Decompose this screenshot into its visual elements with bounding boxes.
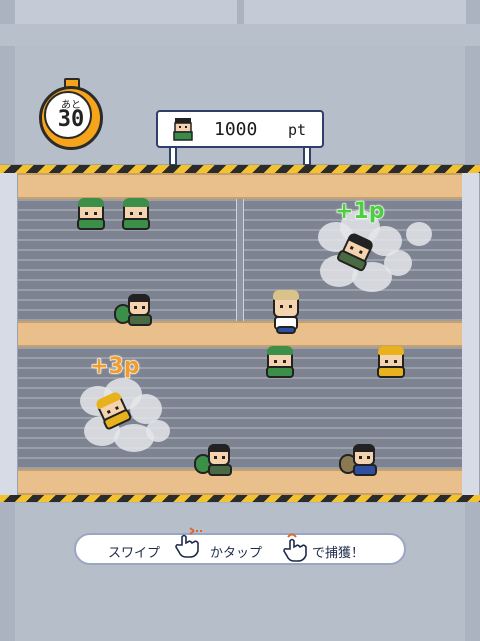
background-line: [0, 24, 480, 46]
background-panel: [244, 0, 466, 24]
instruction-capture-text: で捕獲！: [312, 546, 365, 561]
points-popup-plus-three: +3p: [90, 354, 140, 380]
arena-wall-right: [462, 173, 480, 495]
beam-top: [18, 173, 462, 199]
guard-character[interactable]: [76, 198, 106, 230]
gold-guard-character[interactable]: [376, 346, 406, 378]
thief-character[interactable]: [194, 444, 234, 480]
thief-character[interactable]: [339, 444, 379, 480]
hazard-stripe-bottom: [0, 494, 480, 502]
play-arena[interactable]: [0, 173, 480, 495]
countdown-timer: あと 30: [39, 78, 103, 150]
tap-hand-icon: [283, 533, 307, 562]
detective-character: [270, 290, 302, 334]
instruction-tap-text: かタップ: [210, 546, 263, 561]
sign-post: [303, 148, 311, 166]
beam-middle: [18, 321, 462, 347]
instruction-swipe-text: スワイプ: [108, 546, 161, 561]
timer-value: 30: [57, 107, 85, 132]
arena-wall-left: [0, 173, 18, 495]
background-panel: [15, 503, 465, 641]
beam-bottom: [18, 469, 462, 495]
sign-post: [169, 148, 177, 166]
points-popup-plus-one: +1p: [335, 199, 385, 225]
guard-character[interactable]: [121, 198, 151, 230]
instruction-banner: スワイプ かタップ で捕獲！: [74, 527, 406, 565]
thief-character[interactable]: [114, 294, 154, 330]
swipe-hand-icon: [175, 527, 202, 558]
score-value: 1000: [214, 119, 258, 140]
room-divider: [236, 199, 244, 321]
score-sign: 1000 pt: [156, 110, 324, 148]
score-unit: pt: [288, 121, 307, 139]
game-stage[interactable]: あと 30 1000 pt +1p +3p スワイプ かタップ で捕獲！: [0, 0, 480, 641]
thief-icon: [173, 118, 193, 141]
background-panel: [15, 0, 237, 24]
guard-character[interactable]: [265, 346, 295, 378]
hazard-stripe-top: [0, 165, 480, 173]
